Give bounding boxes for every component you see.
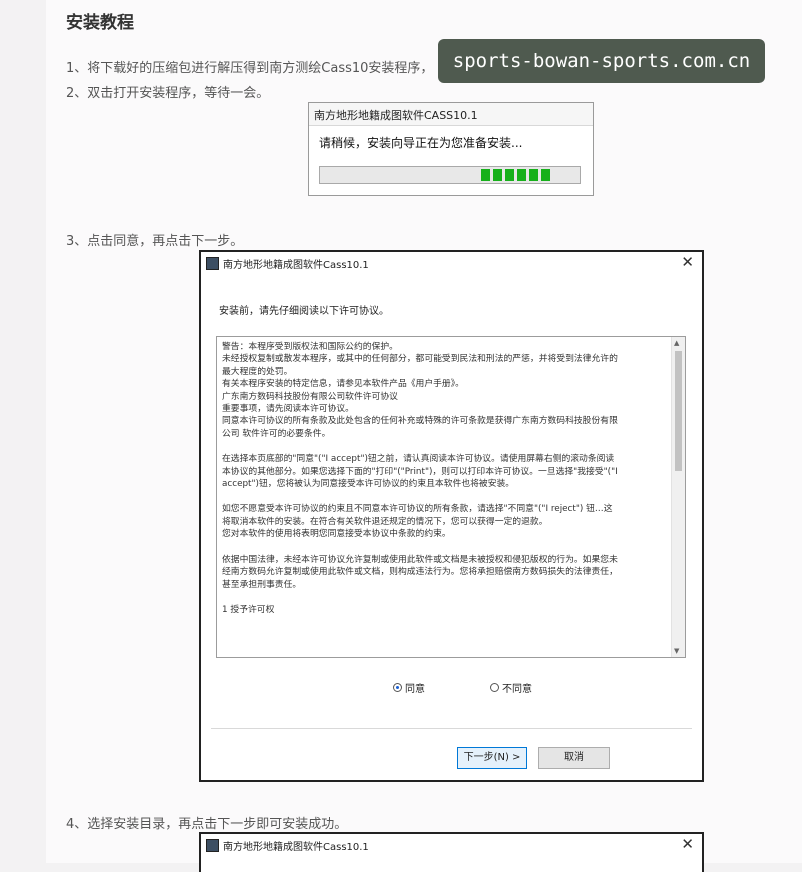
license-line: 甚至承担刑事责任。: [222, 579, 302, 590]
license-line: 在选择本页底部的"同意"("I accept")钮之前，请认真阅读本许可协议。请…: [222, 454, 615, 465]
license-line: 广东南方数码科技股份有限公司软件许可协议: [222, 391, 398, 402]
license-line: 1 授予许可权: [222, 604, 275, 615]
cancel-button[interactable]: 取消: [538, 747, 610, 769]
progress-message: 请稍候，安装向导正在为您准备安装...: [319, 136, 523, 150]
install-dir-dialog: 南方地形地籍成图软件Cass10.1 ✕: [199, 832, 704, 872]
radio-disagree[interactable]: 不同意: [490, 680, 532, 695]
license-line: 如您不愿意受本许可协议的约束且不同意本许可协议的所有条款，请选择"不同意"("I…: [222, 504, 613, 515]
progress-dialog-body: 请稍候，安装向导正在为您准备安装...: [309, 125, 593, 195]
close-icon[interactable]: ✕: [681, 253, 694, 271]
scroll-down-icon[interactable]: ▼: [674, 647, 679, 655]
radio-agree-label: 同意: [405, 684, 425, 695]
license-paragraph: 如您不愿意受本许可协议的约束且不同意本许可协议的所有条款，请选择"不同意"("I…: [222, 503, 667, 540]
license-line: 公司 软件许可的必要条件。: [222, 428, 331, 439]
license-line: 依据中国法律，未经本许可协议允许复制或使用此软件或文档是未被授权和侵犯版权的行为…: [222, 554, 618, 565]
progress-segment: [493, 169, 502, 181]
radio-agree[interactable]: 同意: [393, 680, 425, 695]
button-separator: [211, 728, 692, 729]
close-icon[interactable]: ✕: [681, 835, 694, 853]
license-line: 有关本程序安装的特定信息，请参见本软件产品《用户手册》。: [222, 379, 464, 390]
step-2-text: 2、双击打开安装程序，等待一会。: [66, 86, 270, 101]
license-line: 本协议的其他部分。如果您选择下面的"打印"("Print")，则可以打印本许可协…: [222, 466, 618, 477]
license-line: 同意本许可协议的所有条款及此处包含的任何补充或特殊的许可条款是获得广东南方数码科…: [222, 416, 618, 427]
license-line: 经南方数码允许复制或使用此软件或文档，则构成违法行为。您将承担赔偿南方数码损失的…: [222, 567, 618, 578]
license-paragraph: 依据中国法律，未经本许可协议允许复制或使用此软件或文档是未被授权和侵犯版权的行为…: [222, 554, 667, 591]
license-dialog-title: 南方地形地籍成图软件Cass10.1: [223, 260, 369, 271]
step-3-text: 3、点击同意，再点击下一步。: [66, 234, 244, 249]
progress-fill: [481, 169, 550, 181]
progress-dialog-title: 南方地形地籍成图软件CASS10.1: [314, 109, 478, 122]
progress-segment: [541, 169, 550, 181]
step-4-text: 4、选择安装目录，再点击下一步即可安装成功。: [66, 817, 348, 832]
watermark: sports-bowan-sports.com.cn: [438, 39, 765, 83]
license-scrollbar[interactable]: ▲ ▼: [671, 337, 685, 657]
progress-segment: [517, 169, 526, 181]
progress-bar: [319, 166, 581, 184]
license-line: accept")钮，您将被认为同意接受本许可协议的约束且本软件也将被安装。: [222, 479, 515, 490]
license-paragraph: 在选择本页底部的"同意"("I accept")钮之前，请认真阅读本许可协议。请…: [222, 453, 667, 490]
scroll-thumb[interactable]: [675, 351, 682, 471]
page-title: 安装教程: [66, 13, 134, 33]
progress-segment: [529, 169, 538, 181]
license-line: 重要事项，请先阅读本许可协议。: [222, 404, 354, 415]
radio-disagree-circle-icon[interactable]: [490, 683, 499, 692]
license-line: 最大程度的处罚。: [222, 366, 293, 377]
progress-segment: [481, 169, 490, 181]
step-1-text: 1、将下载好的压缩包进行解压得到南方测绘Cass10安装程序，: [66, 61, 434, 76]
progress-segment: [505, 169, 514, 181]
license-line: 警告：本程序受到版权法和国际公约的保护。: [222, 342, 398, 352]
license-line: 未经授权复制或散发本程序，或其中的任何部分，都可能受到民法和刑法的严惩，并将受到…: [222, 354, 618, 365]
scroll-up-icon[interactable]: ▲: [674, 339, 679, 347]
license-line: 将取消本软件的安装。在符合有关软件退还规定的情况下，您可以获得一定的退款。: [222, 516, 548, 527]
radio-disagree-label: 不同意: [502, 684, 532, 695]
app-icon: [206, 839, 219, 852]
install-dir-dialog-title: 南方地形地籍成图软件Cass10.1: [223, 842, 369, 853]
license-paragraph: 警告：本程序受到版权法和国际公约的保护。未经授权复制或散发本程序，或其中的任何部…: [222, 341, 667, 440]
license-intro: 安装前，请先仔细阅读以下许可协议。: [219, 306, 389, 317]
license-dialog-titlebar: 南方地形地籍成图软件Cass10.1 ✕: [201, 252, 702, 274]
license-text: 警告：本程序受到版权法和国际公约的保护。未经授权复制或散发本程序，或其中的任何部…: [222, 341, 667, 629]
license-dialog: 南方地形地籍成图软件Cass10.1 ✕ 安装前，请先仔细阅读以下许可协议。 警…: [199, 250, 704, 782]
app-icon: [206, 257, 219, 270]
license-textbox[interactable]: 警告：本程序受到版权法和国际公约的保护。未经授权复制或散发本程序，或其中的任何部…: [216, 336, 686, 658]
license-paragraph: 1 授予许可权: [222, 604, 667, 616]
install-dir-titlebar: 南方地形地籍成图软件Cass10.1 ✕: [201, 834, 702, 856]
license-line: 您对本软件的使用将表明您同意接受本协议中条款的约束。: [222, 529, 451, 540]
progress-dialog: 南方地形地籍成图软件CASS10.1 请稍候，安装向导正在为您准备安装...: [308, 102, 594, 196]
radio-agree-circle-icon[interactable]: [393, 683, 402, 692]
next-button[interactable]: 下一步(N) >: [457, 747, 527, 769]
